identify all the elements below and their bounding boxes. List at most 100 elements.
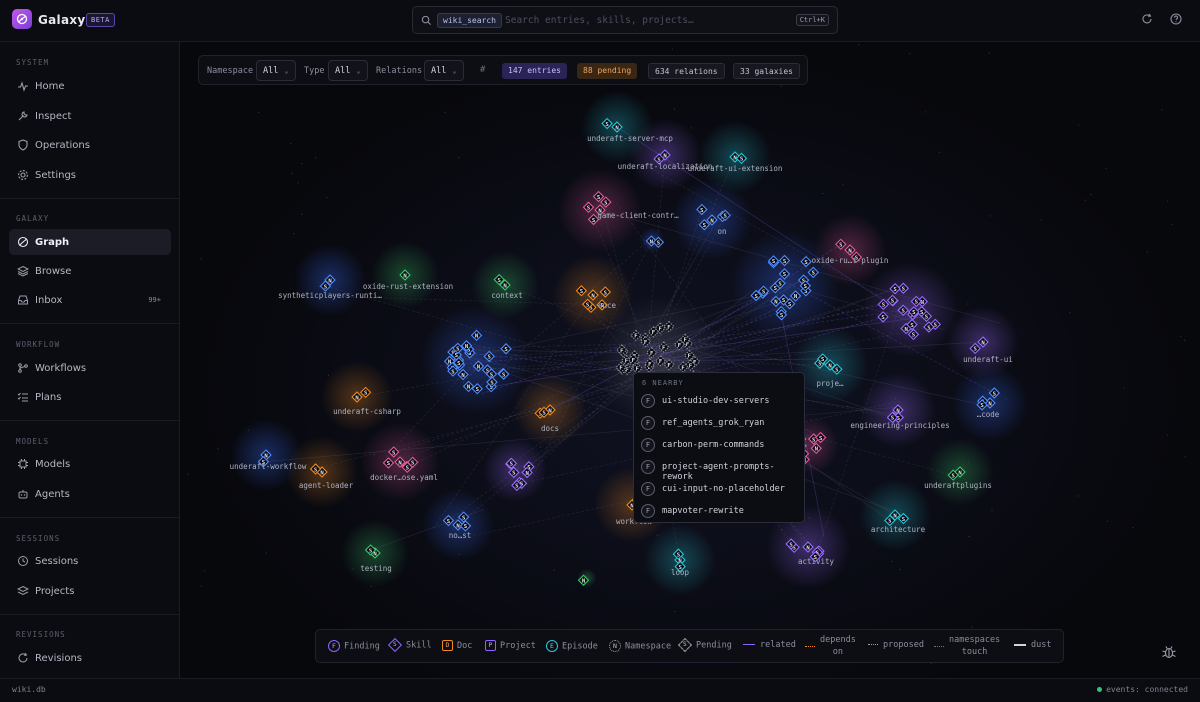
dust-particle [988,52,990,54]
galaxy-label[interactable]: context [491,291,523,300]
section-title-workflow: WORKFLOW [16,340,61,349]
dust-particle [352,568,354,570]
gear-icon [18,170,28,180]
nearby-item[interactable]: Fmapvoter-rewrite [641,502,801,520]
dust-particle [1171,223,1173,225]
galaxy-label[interactable]: oxide-ru…t-plugin [812,256,889,265]
relations-filter-select[interactable]: All ⌄ [424,60,464,81]
graph-canvas[interactable]: NSSSSNSSSSNSSSSNSSSSNSSSSNNSSSSNSSSSNSSS… [181,43,1200,678]
entries-count-badge: 147 entries [502,63,567,79]
dust-particle [894,397,896,400]
dust-particle [301,163,303,165]
shield-icon [18,139,28,151]
legend-finding[interactable]: F Finding [328,640,380,652]
galaxy-label[interactable]: underaft-server-mcp [587,134,673,143]
galaxy-label[interactable]: on [717,227,726,236]
legend-proposed[interactable]: proposed [868,640,924,650]
nearby-item[interactable]: Fui-studio-dev-servers [641,392,801,410]
sidebar-item-sessions[interactable]: Sessions [9,548,171,574]
divider [0,517,180,518]
dust-particle [1166,434,1168,436]
sidebar-item-settings[interactable]: Settings [9,162,171,188]
nearby-item[interactable]: Fcarbon-perm-commands [641,436,801,454]
galaxy-label[interactable]: underaft-csharp [333,407,401,416]
galaxy-label[interactable]: docs [541,424,559,433]
galaxy-label[interactable]: activity [798,557,835,566]
dust-particle [938,152,941,154]
sidebar-item-models[interactable]: Models [9,451,171,477]
galaxy-label[interactable]: no…st [449,531,472,540]
dust-particle [899,568,901,571]
sidebar-item-home[interactable]: Home [9,73,171,99]
legend-doc[interactable]: D Doc [442,640,472,651]
type-filter-select[interactable]: All ⌄ [328,60,368,81]
sidebar-item-operations[interactable]: Operations [9,132,171,158]
sidebar-item-workflows[interactable]: Workflows [9,355,171,381]
legend-related[interactable]: related [743,640,796,650]
legend-project[interactable]: P Project [485,640,536,651]
dust-particle [909,52,911,55]
legend-episode[interactable]: E Episode [546,640,598,652]
namespace-filter-value: All [263,66,279,76]
refresh-icon[interactable] [1141,13,1153,25]
legend-skill[interactable]: S Skill [387,637,432,653]
galaxy-label[interactable]: agent-loader [299,481,354,490]
sidebar-item-agents[interactable]: Agents [9,481,171,507]
legend-depends-on[interactable]: depends on [805,634,856,658]
galaxy-label[interactable]: testing [360,564,392,573]
galaxy-label[interactable]: docker…ose.yaml [370,473,438,482]
sidebar-item-browse[interactable]: Browse [9,258,171,284]
nearby-item[interactable]: Fproject-agent-prompts-rework [641,458,801,482]
global-search[interactable]: wiki_search Search entries, skills, proj… [412,6,838,34]
section-title-galaxy: GALAXY [16,214,50,223]
dust-particle [967,303,969,305]
sidebar-item-graph[interactable]: Graph [9,229,171,255]
galaxy-label[interactable]: underaft-ui [963,355,1013,364]
sidebar-item-inspect[interactable]: Inspect [9,103,171,129]
dust-particle [301,213,303,215]
sidebar-item-inbox[interactable]: Inbox 99+ [9,287,171,313]
galaxy-label[interactable]: proje… [816,379,844,388]
galaxy-logo-icon[interactable] [12,9,32,29]
sidebar-item-label: Operations [35,140,90,151]
legend-pending[interactable]: S Pending [677,637,732,653]
dust-particle [669,276,671,279]
legend-dust[interactable]: dust [1014,640,1051,650]
galaxy-label[interactable]: game-client-contr… [597,211,679,220]
galaxy-label[interactable]: ence [598,301,617,310]
finding-badge-icon: F [641,504,655,518]
galaxy-label[interactable]: syntheticplayers-runti… [278,291,382,300]
dust-particle [673,108,676,110]
sidebar-item-projects[interactable]: Projects [9,578,171,604]
search-scope-tag[interactable]: wiki_search [437,13,502,28]
legend-namespace[interactable]: N Namespace [609,640,671,652]
finding-badge-icon: F [641,482,655,496]
galaxy-label[interactable]: loop [671,568,690,577]
dust-particle [718,368,720,371]
sidebar-item-revisions[interactable]: Revisions [9,645,171,671]
sidebar-item-plans[interactable]: Plans [9,384,171,410]
galaxy-label[interactable]: engineering-principles [850,421,949,430]
sidebar-item-label: Settings [35,170,77,181]
namespace-filter-select[interactable]: All ⌄ [256,60,296,81]
legend-namespaces-touch[interactable]: namespaces touch [934,634,1000,658]
galaxy-label[interactable]: underaft-workflow [230,462,307,471]
galaxy-label[interactable]: underaftplugins [924,481,992,490]
galaxy-label[interactable]: architecture [871,525,926,534]
history-icon [18,556,28,566]
galaxy-label[interactable]: oxide-rust-extension [363,282,453,291]
robot-icon [18,490,28,499]
dust-particle [204,570,206,572]
galaxy-label[interactable]: …code [977,410,1000,419]
help-icon[interactable] [1170,13,1182,25]
finding-icon: F [328,640,340,652]
dust-particle [821,192,824,195]
debug-bug-icon[interactable] [1160,643,1178,661]
galaxy-graph[interactable]: NSSSSNSSSSNSSSSNSSSSNSSSSNNSSSSNSSSSNSSS… [181,43,1200,678]
dust-particle [297,182,299,184]
nearby-item[interactable]: Fref_agents_grok_ryan [641,414,801,432]
search-input[interactable]: Search entries, skills, projects… [505,15,694,26]
nearby-item[interactable]: Fcui-input-no-placeholder [641,480,801,498]
galaxy-label[interactable]: underaft-ui-extension [688,164,783,173]
legend-label: Namespace [625,641,672,652]
